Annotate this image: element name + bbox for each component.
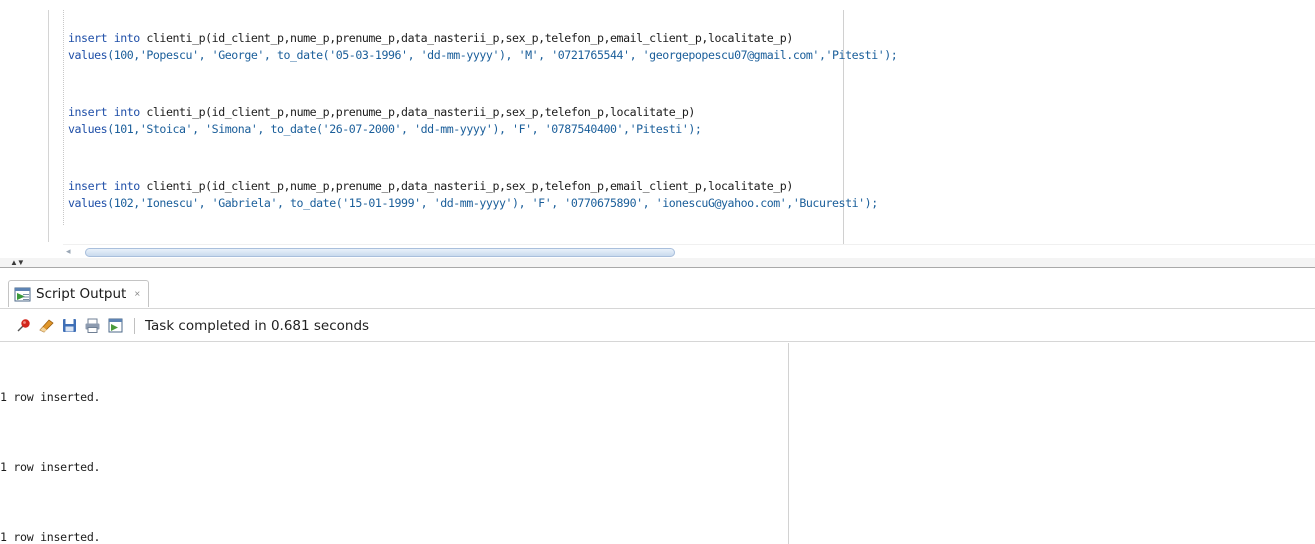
sql-keyword: values (68, 122, 108, 136)
sql-text: clienti_p(id_client_p,nume_p,prenume_p,d… (139, 31, 793, 45)
splitter-arrows-icon[interactable]: ▲▼ (10, 258, 25, 267)
save-icon (62, 319, 76, 332)
save-output-button[interactable] (104, 315, 126, 337)
sql-text: (101,'Stoica', 'Simona', to_date('26-07-… (107, 122, 702, 136)
pin-icon (17, 319, 30, 332)
script-output-icon (14, 287, 31, 301)
tab-label: Script Output (36, 286, 127, 302)
save-button[interactable] (58, 315, 80, 337)
horizontal-scrollbar[interactable]: ◂ (63, 244, 1315, 258)
code-line-insert-1[interactable]: insert into clienti_p(id_client_p,nume_p… (68, 30, 793, 46)
pin-button[interactable] (12, 315, 34, 337)
eraser-icon (38, 319, 54, 333)
sql-keyword: insert into (68, 179, 140, 193)
tab-script-output[interactable]: Script Output × (8, 280, 150, 307)
code-line-values-3[interactable]: values(102,'Ionescu', 'Gabriela', to_dat… (68, 195, 878, 211)
sql-keyword: values (68, 196, 108, 210)
sql-text: clienti_p(id_client_p,nume_p,prenume_p,d… (139, 105, 695, 119)
print-icon (85, 318, 99, 333)
sql-keyword: values (68, 48, 108, 62)
sql-keyword: insert into (68, 31, 140, 45)
gutter-divider (48, 10, 49, 242)
sql-keyword: insert into (68, 105, 140, 119)
panel-splitter[interactable]: ▲▼ (0, 258, 1315, 268)
output-line: 1 row inserted. (0, 530, 101, 544)
sql-editor[interactable]: insert into clienti_p(id_client_p,nume_p… (0, 0, 1315, 258)
code-line-insert-2[interactable]: insert into clienti_p(id_client_p,nume_p… (68, 104, 695, 120)
close-icon[interactable]: × (134, 289, 140, 300)
output-line: 1 row inserted. (0, 390, 101, 404)
save-output-icon (108, 318, 122, 333)
code-line-values-1[interactable]: values(100,'Popescu', 'George', to_date(… (68, 47, 898, 63)
output-toolbar: Task completed in 0.681 seconds (0, 310, 1315, 342)
output-tab-strip: Script Output × (0, 269, 1315, 309)
code-line-values-2[interactable]: values(101,'Stoica', 'Simona', to_date('… (68, 121, 702, 137)
fold-guide (63, 10, 64, 225)
sql-text: (102,'Ionescu', 'Gabriela', to_date('15-… (107, 196, 878, 210)
task-status: Task completed in 0.681 seconds (145, 317, 370, 334)
print-button[interactable] (81, 315, 103, 337)
script-output-area[interactable]: 1 row inserted. 1 row inserted. 1 row in… (0, 343, 1315, 544)
output-line: 1 row inserted. (0, 460, 101, 474)
output-margin-line (788, 343, 789, 544)
sql-text: (100,'Popescu', 'George', to_date('05-03… (107, 48, 898, 62)
toolbar-separator (134, 317, 135, 334)
clear-button[interactable] (35, 315, 57, 337)
scroll-left-arrow-icon[interactable]: ◂ (66, 246, 71, 257)
code-line-insert-3[interactable]: insert into clienti_p(id_client_p,nume_p… (68, 178, 793, 194)
scrollbar-thumb[interactable] (85, 248, 675, 257)
sql-text: clienti_p(id_client_p,nume_p,prenume_p,d… (139, 179, 793, 193)
